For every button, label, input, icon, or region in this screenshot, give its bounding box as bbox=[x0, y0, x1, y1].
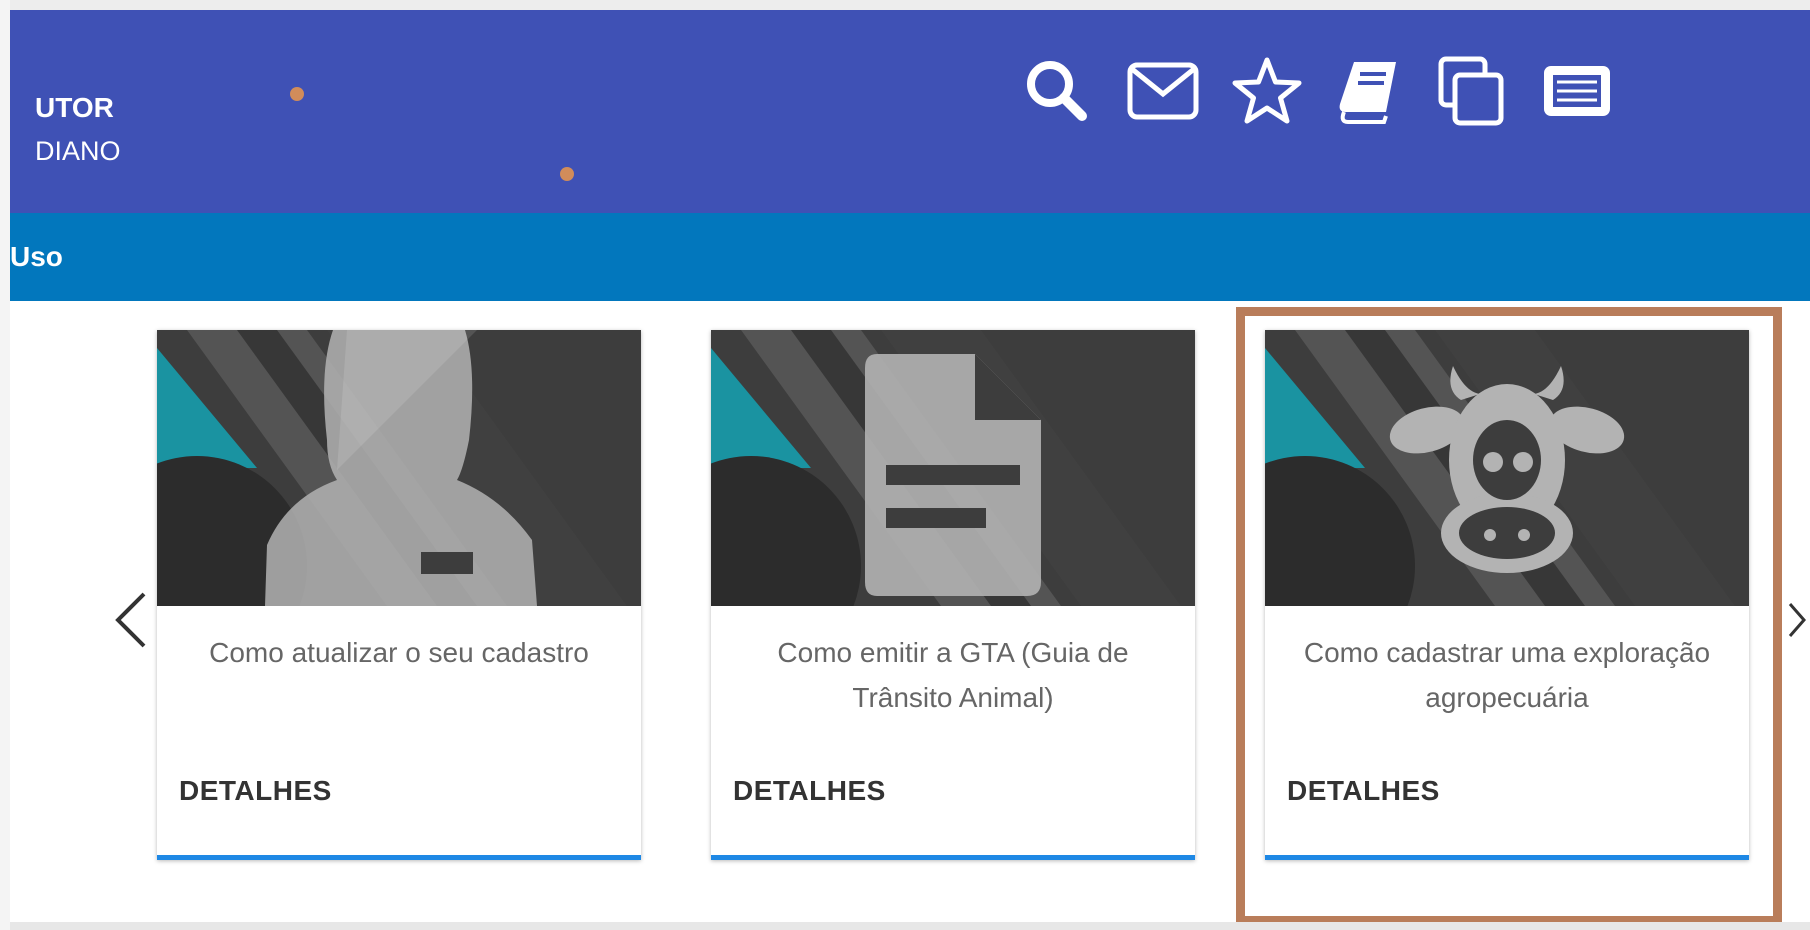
user-role: DIANO bbox=[35, 136, 121, 166]
copy-icon[interactable] bbox=[1434, 54, 1508, 128]
mail-icon[interactable] bbox=[1126, 54, 1200, 128]
chevron-right-icon[interactable] bbox=[1786, 600, 1806, 645]
card-title: Como cadastrar uma exploração agropecuár… bbox=[1303, 637, 1711, 713]
section-divider bbox=[10, 922, 1810, 930]
chevron-left-icon[interactable] bbox=[112, 590, 152, 655]
window-left-edge bbox=[0, 0, 10, 930]
details-link[interactable]: DETALHES bbox=[733, 775, 886, 807]
card-image bbox=[1265, 330, 1749, 606]
star-icon[interactable] bbox=[1230, 54, 1304, 128]
cow-icon bbox=[1389, 366, 1625, 573]
card-title: Como emitir a GTA (Guia de Trânsito Anim… bbox=[777, 637, 1129, 713]
search-icon[interactable] bbox=[1020, 54, 1094, 128]
window-top-edge bbox=[0, 0, 1810, 10]
person-badge-icon bbox=[265, 330, 537, 606]
tutorial-card: Como cadastrar uma exploração agropecuár… bbox=[1265, 330, 1749, 860]
sub-navigation-bar: Uso bbox=[10, 213, 1810, 301]
card-title: Como atualizar o seu cadastro bbox=[209, 637, 589, 668]
document-icon bbox=[865, 354, 1041, 596]
details-link[interactable]: DETALHES bbox=[179, 775, 332, 807]
card-image bbox=[711, 330, 1195, 606]
details-link[interactable]: DETALHES bbox=[1287, 775, 1440, 807]
tutorial-card: Como atualizar o seu cadastro DETALHES bbox=[157, 330, 641, 860]
app-header: UTOR DIANO bbox=[10, 10, 1810, 213]
header-toolbar bbox=[10, 54, 1810, 134]
tutorial-card: Como emitir a GTA (Guia de Trânsito Anim… bbox=[711, 330, 1195, 860]
list-icon[interactable] bbox=[1540, 54, 1614, 128]
card-image bbox=[157, 330, 641, 606]
subnav-label[interactable]: Uso bbox=[10, 241, 63, 273]
marker-dot bbox=[560, 167, 574, 181]
book-icon[interactable] bbox=[1332, 54, 1406, 128]
